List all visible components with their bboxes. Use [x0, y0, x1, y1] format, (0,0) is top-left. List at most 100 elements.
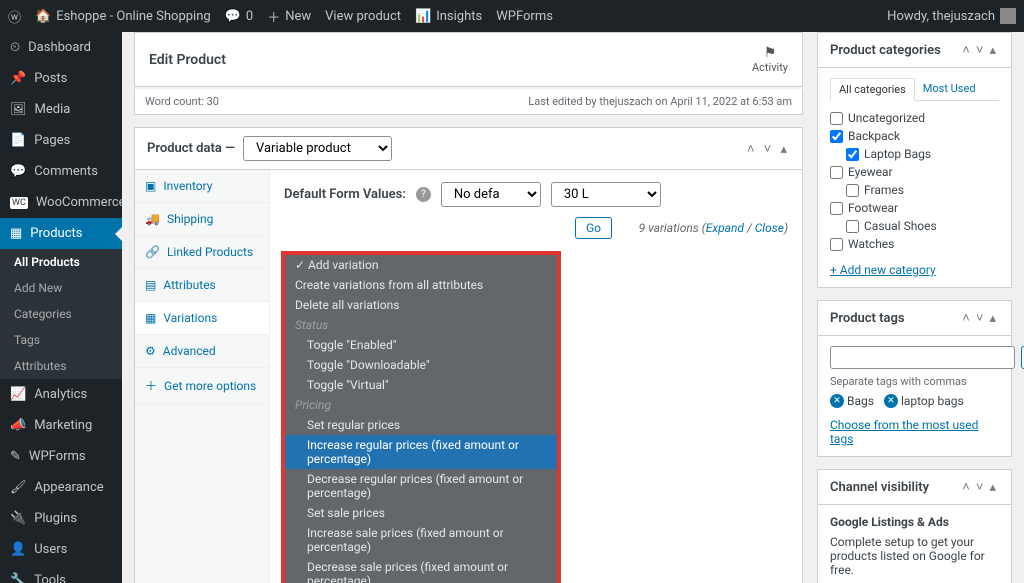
bulk-option[interactable]: Toggle "Enabled" [285, 335, 557, 355]
menu-posts[interactable]: 📌Posts [0, 63, 122, 94]
remove-tag-icon[interactable]: ✕ [830, 394, 844, 408]
bulk-option[interactable]: Decrease regular prices (fixed amount or… [285, 469, 557, 503]
menu-comments[interactable]: 💬Comments [0, 156, 122, 187]
menu-plugins[interactable]: 🔌Plugins [0, 503, 122, 534]
channel-desc: Complete setup to get your products list… [830, 535, 999, 577]
chevron-down-icon[interactable]: ˅ [973, 311, 987, 326]
colour-select[interactable]: No default Colour… [441, 182, 541, 207]
menu-analytics[interactable]: 📈Analytics [0, 379, 122, 410]
tab-variations[interactable]: ▦Variations [135, 302, 269, 335]
add-category-link[interactable]: + Add new category [830, 263, 936, 277]
category-item[interactable]: Eyewear [830, 163, 999, 181]
admin-bar: ⓦ 🏠Eshoppe - Online Shopping 💬0 ＋New Vie… [0, 0, 1024, 32]
bulk-option[interactable]: Set sale prices [285, 503, 557, 523]
sub-add-new[interactable]: Add New [0, 275, 122, 301]
menu-woocommerce[interactable]: WCWooCommerce [0, 187, 122, 218]
activity-link[interactable]: ⚑Activity [752, 45, 788, 74]
menu-dashboard[interactable]: ⏲Dashboard [0, 32, 122, 63]
menu-wpforms[interactable]: ✎WPForms [0, 441, 122, 472]
box-down-icon[interactable]: ˅ [761, 142, 775, 157]
channel-box: Channel visibility ˄˅▴ Google Listings &… [817, 469, 1012, 583]
sub-all-products[interactable]: All Products [0, 249, 122, 275]
go-button[interactable]: Go [575, 217, 612, 239]
new-link[interactable]: ＋New [267, 7, 311, 26]
category-item[interactable]: Uncategorized [830, 109, 999, 127]
tab-linked[interactable]: 🔗Linked Products [135, 236, 269, 269]
bulk-option[interactable]: Increase regular prices (fixed amount or… [285, 435, 557, 469]
sub-attributes[interactable]: Attributes [0, 353, 122, 379]
product-data-title: Product data — Variable product [147, 136, 392, 161]
menu-products[interactable]: ▦Products [0, 218, 122, 249]
variations-panel: Default Form Values: ? No default Colour… [270, 170, 802, 583]
category-list: UncategorizedBackpackLaptop BagsEyewearF… [830, 109, 999, 253]
box-up-icon[interactable]: ˄ [744, 142, 758, 157]
tab-advanced[interactable]: ⚙Advanced [135, 335, 269, 368]
products-submenu: All Products Add New Categories Tags Att… [0, 249, 122, 379]
wpforms-link[interactable]: WPForms [496, 9, 553, 24]
wpforms-icon: ✎ [10, 449, 21, 464]
site-link[interactable]: 🏠Eshoppe - Online Shopping [35, 9, 211, 24]
toggle-icon[interactable]: ▴ [986, 311, 999, 326]
tab-more[interactable]: ＋Get more options [135, 368, 269, 404]
wp-logo[interactable]: ⓦ [8, 7, 21, 26]
bulk-option[interactable]: Increase sale prices (fixed amount or pe… [285, 523, 557, 557]
bulk-action-dropdown[interactable]: ✓ Add variationCreate variations from al… [281, 251, 561, 583]
chevron-down-icon[interactable]: ˅ [973, 43, 987, 58]
comments-link[interactable]: 💬0 [225, 9, 254, 24]
menu-tools[interactable]: 🔧Tools [0, 565, 122, 583]
sub-categories[interactable]: Categories [0, 301, 122, 327]
chevron-up-icon[interactable]: ˄ [959, 311, 973, 326]
bulk-option[interactable]: Toggle "Virtual" [285, 375, 557, 395]
bulk-option[interactable]: Toggle "Downloadable" [285, 355, 557, 375]
category-item[interactable]: Laptop Bags [846, 145, 999, 163]
insights-link[interactable]: 📊Insights [415, 9, 482, 24]
bulk-option[interactable]: ✓ Add variation [285, 255, 557, 275]
expand-link[interactable]: Expand [706, 221, 744, 235]
view-product-link[interactable]: View product [325, 9, 401, 24]
cat-tab-used[interactable]: Most Used [915, 78, 984, 100]
cat-tab-all[interactable]: All categories [830, 78, 915, 101]
category-checkbox[interactable] [830, 130, 843, 143]
category-item[interactable]: Casual Shoes [846, 217, 999, 235]
tab-attributes[interactable]: ▤Attributes [135, 269, 269, 302]
category-item[interactable]: Backpack [830, 127, 999, 145]
tab-inventory[interactable]: ▣Inventory [135, 170, 269, 203]
bulk-option[interactable]: Set regular prices [285, 415, 557, 435]
howdy-link[interactable]: Howdy, thejuszach [887, 8, 1016, 24]
tag-input[interactable] [830, 346, 1015, 369]
chevron-up-icon[interactable]: ˄ [959, 43, 973, 58]
close-link[interactable]: Close [755, 221, 784, 235]
tag-hint: Separate tags with commas [830, 375, 999, 388]
sub-tags[interactable]: Tags [0, 327, 122, 353]
toggle-icon[interactable]: ▴ [986, 43, 999, 58]
category-checkbox[interactable] [830, 166, 843, 179]
product-type-select[interactable]: Variable product [243, 136, 392, 161]
admin-sidebar: ⏲Dashboard 📌Posts 🖼Media 📄Pages 💬Comment… [0, 32, 122, 583]
chevron-down-icon[interactable]: ˅ [973, 480, 987, 495]
box-toggle-icon[interactable]: ▴ [777, 142, 790, 157]
bulk-option[interactable]: Create variations from all attributes [285, 275, 557, 295]
tab-shipping[interactable]: 🚚Shipping [135, 203, 269, 236]
category-checkbox[interactable] [830, 238, 843, 251]
category-checkbox[interactable] [830, 112, 843, 125]
bulk-option[interactable]: Delete all variations [285, 295, 557, 315]
category-checkbox[interactable] [846, 148, 859, 161]
category-checkbox[interactable] [830, 202, 843, 215]
category-checkbox[interactable] [846, 220, 859, 233]
choose-tags-link[interactable]: Choose from the most used tags [830, 418, 978, 446]
chevron-up-icon[interactable]: ˄ [959, 480, 973, 495]
menu-appearance[interactable]: 🖌Appearance [0, 472, 122, 503]
menu-marketing[interactable]: 📣Marketing [0, 410, 122, 441]
menu-media[interactable]: 🖼Media [0, 94, 122, 125]
category-checkbox[interactable] [846, 184, 859, 197]
help-icon[interactable]: ? [416, 187, 431, 202]
category-item[interactable]: Watches [830, 235, 999, 253]
remove-tag-icon[interactable]: ✕ [884, 394, 898, 408]
toggle-icon[interactable]: ▴ [986, 480, 999, 495]
bulk-option[interactable]: Decrease sale prices (fixed amount or pe… [285, 557, 557, 583]
category-item[interactable]: Frames [846, 181, 999, 199]
menu-users[interactable]: 👤Users [0, 534, 122, 565]
category-item[interactable]: Footwear [830, 199, 999, 217]
menu-pages[interactable]: 📄Pages [0, 125, 122, 156]
size-select[interactable]: 30 L [551, 182, 661, 207]
